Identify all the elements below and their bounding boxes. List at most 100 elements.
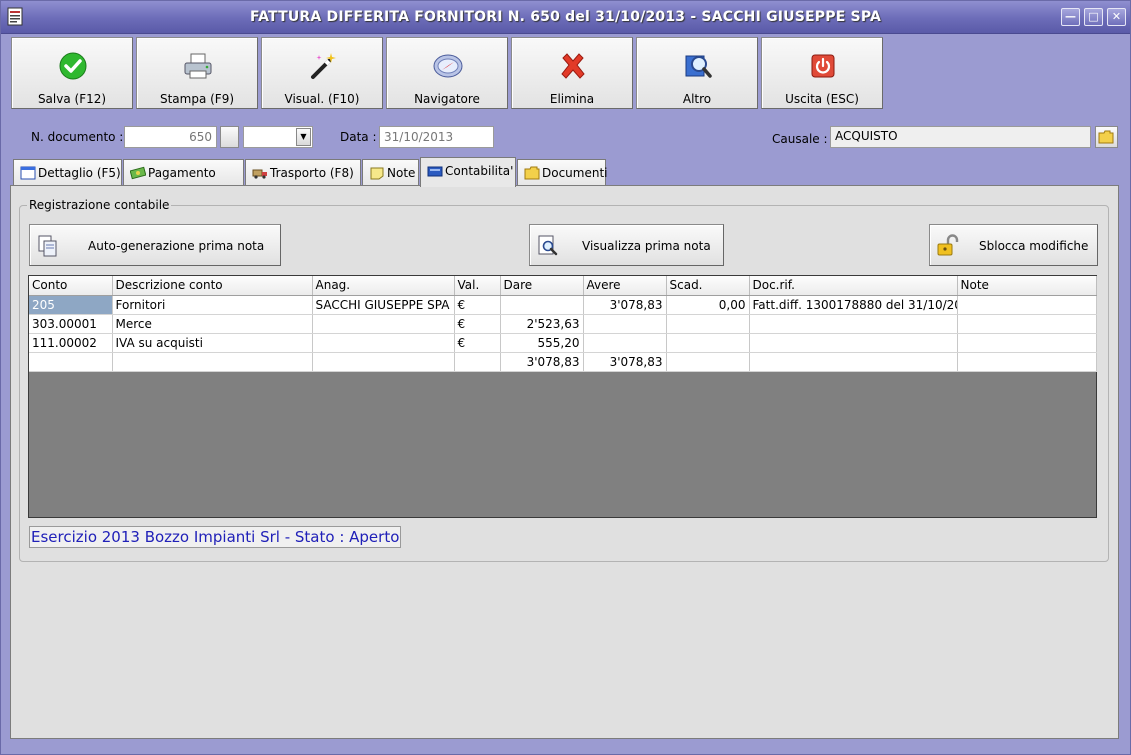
table-cell[interactable] — [666, 333, 750, 353]
other-button[interactable]: Altro — [636, 37, 758, 109]
table-cell[interactable]: 2'523,63 — [500, 314, 584, 334]
column-header[interactable]: Avere — [583, 276, 667, 296]
tab-dettaglio-label: Dettaglio (F5) — [38, 166, 121, 180]
main-window: FATTURA DIFFERITA FORNITORI N. 650 del 3… — [0, 0, 1131, 755]
table-cell[interactable] — [666, 352, 750, 372]
prima-nota-grid[interactable]: Conto Descrizione conto Anag. Val. Dare … — [28, 275, 1097, 518]
delete-button[interactable]: Elimina — [511, 37, 633, 109]
title-bar[interactable]: FATTURA DIFFERITA FORNITORI N. 650 del 3… — [1, 1, 1130, 34]
table-cell[interactable] — [957, 314, 1097, 334]
column-header[interactable]: Note — [957, 276, 1097, 296]
truck-icon — [252, 169, 267, 179]
table-cell[interactable]: € — [454, 314, 501, 334]
table-cell[interactable] — [583, 333, 667, 353]
tab-dettaglio[interactable]: Dettaglio (F5) — [13, 159, 122, 186]
tab-trasporto-label: Trasporto (F8) — [270, 166, 354, 180]
column-header[interactable]: Dare — [500, 276, 584, 296]
tab-contabilita[interactable]: Contabilita' — [420, 157, 516, 187]
check-icon — [59, 52, 87, 80]
column-header[interactable]: Doc.rif. — [749, 276, 958, 296]
table-cell[interactable]: € — [454, 295, 501, 315]
column-header[interactable]: Scad. — [666, 276, 750, 296]
table-cell[interactable] — [957, 295, 1097, 315]
ndoc-label: N. documento : — [31, 130, 124, 144]
tab-note-label: Note — [387, 166, 416, 180]
causale-label: Causale : — [772, 132, 828, 146]
series-select[interactable]: ▼ — [243, 126, 313, 148]
totals-row[interactable]: 3'078,83 3'078,83 — [29, 352, 1097, 372]
view-button[interactable]: Visual. (F10) — [261, 37, 383, 109]
table-cell[interactable]: 303.00001 — [29, 314, 113, 334]
preview-icon — [538, 235, 558, 256]
table-cell[interactable]: 0,00 — [666, 295, 750, 315]
column-header[interactable]: Descrizione conto — [112, 276, 313, 296]
table-cell[interactable]: IVA su acquisti — [112, 333, 313, 353]
table-cell[interactable] — [957, 333, 1097, 353]
table-cell[interactable] — [749, 314, 958, 334]
date-label: Data : — [340, 130, 377, 144]
table-cell[interactable]: 555,20 — [500, 333, 584, 353]
table-cell[interactable] — [312, 314, 455, 334]
ndoc-field[interactable]: 650 — [124, 126, 217, 148]
save-button-label: Salva (F12) — [37, 92, 107, 106]
padlock-open-icon — [937, 234, 959, 256]
table-cell[interactable] — [312, 333, 455, 353]
table-row[interactable]: 303.00001 Merce € 2'523,63 — [29, 314, 1097, 334]
ndoc-lookup-button[interactable] — [220, 126, 239, 148]
causale-lookup-button[interactable] — [1095, 126, 1118, 148]
maximize-button[interactable]: □ — [1084, 8, 1103, 26]
table-cell[interactable]: Fatt.diff. 1300178880 del 31/10/2013 — [749, 295, 958, 315]
table-cell[interactable] — [112, 352, 313, 372]
table-cell[interactable]: Fornitori — [112, 295, 313, 315]
other-button-label: Altro — [682, 92, 712, 106]
table-row[interactable]: 111.00002 IVA su acquisti € 555,20 — [29, 333, 1097, 353]
column-header[interactable]: Anag. — [312, 276, 455, 296]
table-cell[interactable]: € — [454, 333, 501, 353]
column-header[interactable]: Conto — [29, 276, 113, 296]
total-dare-cell[interactable]: 3'078,83 — [500, 352, 584, 372]
table-cell[interactable] — [29, 352, 113, 372]
tab-documenti[interactable]: Documenti — [517, 159, 608, 186]
table-cell[interactable]: 111.00002 — [29, 333, 113, 353]
tab-note[interactable]: Note — [362, 159, 419, 186]
unlock-button[interactable]: Sblocca modifiche — [929, 224, 1098, 266]
documents-icon — [524, 166, 540, 180]
magic-wand-icon — [311, 53, 336, 79]
table-cell[interactable]: Merce — [112, 314, 313, 334]
exit-button-label: Uscita (ESC) — [785, 92, 859, 106]
table-row[interactable]: 205 Fornitori SACCHI GIUSEPPE SPA € 3'07… — [29, 295, 1097, 315]
visualizza-prima-nota-button[interactable]: Visualizza prima nota — [529, 224, 724, 266]
table-cell[interactable]: SACCHI GIUSEPPE SPA — [312, 295, 455, 315]
close-window-button[interactable]: ✕ — [1107, 8, 1126, 26]
window-title: FATTURA DIFFERITA FORNITORI N. 650 del 3… — [249, 9, 882, 25]
autogen-prima-nota-button[interactable]: Auto-generazione prima nota — [29, 224, 281, 266]
tab-trasporto[interactable]: Trasporto (F8) — [245, 159, 361, 186]
table-cell[interactable] — [583, 314, 667, 334]
grid-header-row: Conto Descrizione conto Anag. Val. Dare … — [29, 276, 1097, 296]
table-cell[interactable] — [500, 295, 584, 315]
print-button[interactable]: Stampa (F9) — [136, 37, 258, 109]
date-field[interactable]: 31/10/2013 — [379, 126, 494, 148]
table-cell[interactable] — [957, 352, 1097, 372]
save-button[interactable]: Salva (F12) — [11, 37, 133, 109]
table-cell[interactable] — [312, 352, 455, 372]
causale-field[interactable]: ACQUISTO — [830, 126, 1091, 148]
status-text: Esercizio 2013 Bozzo Impianti Srl - Stat… — [29, 526, 402, 548]
navigator-button[interactable]: Navigatore — [386, 37, 508, 109]
tab-contabilita-label: Contabilita' — [445, 164, 514, 178]
total-avere-cell[interactable]: 3'078,83 — [583, 352, 667, 372]
table-cell[interactable]: 205 — [29, 295, 113, 315]
chevron-down-icon[interactable]: ▼ — [296, 128, 311, 146]
ledger-icon — [427, 166, 443, 177]
table-cell[interactable] — [749, 352, 958, 372]
tab-pagamento[interactable]: Pagamento (F6) — [123, 159, 244, 206]
table-cell[interactable]: 3'078,83 — [583, 295, 667, 315]
printer-icon — [184, 53, 212, 79]
table-cell[interactable] — [749, 333, 958, 353]
exit-button[interactable]: Uscita (ESC) — [761, 37, 883, 109]
autogen-label: Auto-generazione prima nota — [88, 239, 265, 253]
table-cell[interactable] — [666, 314, 750, 334]
minimize-button[interactable]: — — [1061, 8, 1080, 26]
column-header[interactable]: Val. — [454, 276, 501, 296]
table-cell[interactable] — [454, 352, 501, 372]
